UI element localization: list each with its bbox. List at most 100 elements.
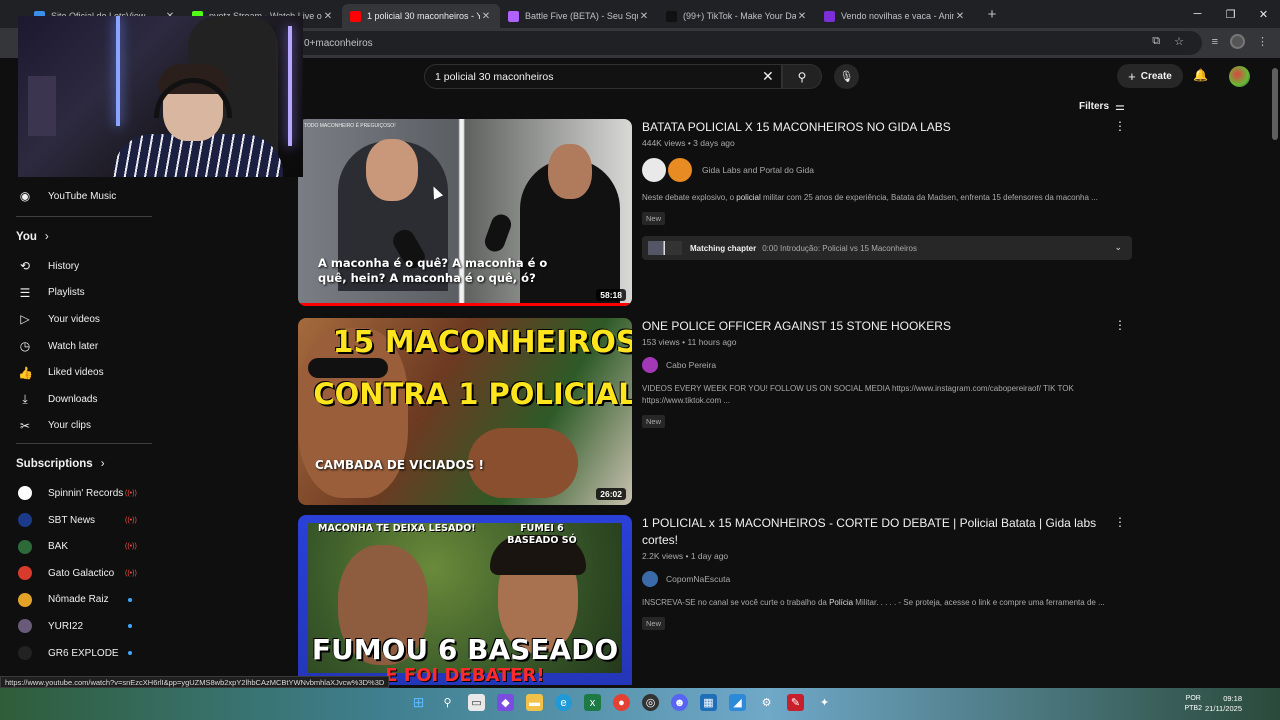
sidebar-you-header[interactable]: You › [0, 221, 152, 253]
close-tab-icon[interactable]: ✕ [480, 11, 492, 22]
new-tab-icon[interactable]: + [982, 6, 1002, 23]
os-taskbar: ⊞ ⚲ ▭ ◆ ▬ e x ● ◎ ☻ ▦ ◢ ⚙ ✎ ✦ POR PTB2 0… [0, 688, 1280, 720]
more-actions-icon[interactable]: ⋮ [1114, 318, 1126, 332]
subscription-item[interactable]: BAK ((•)) [0, 533, 152, 560]
subscription-item[interactable]: Spinnin' Records ((•)) [0, 480, 152, 507]
menu-dots-icon[interactable]: ⋮ [1257, 35, 1268, 48]
media-control-icon[interactable]: ≡ [1212, 36, 1218, 48]
sidebar-item-label: Liked videos [48, 367, 104, 379]
video-thumbnail[interactable]: TODO MACONHEIRO É PREGUIÇOSO! A maconha … [298, 119, 632, 306]
more-actions-icon[interactable]: ⋮ [1114, 119, 1126, 133]
video-title[interactable]: BATATA POLICIAL X 15 MACONHEIROS NO GIDA… [642, 119, 1132, 136]
voice-search-button[interactable]: 🎙 [834, 64, 859, 89]
sidebar-item-playlists[interactable]: ☰ Playlists [0, 280, 152, 307]
windows-start-icon[interactable]: ⊞ [410, 694, 427, 711]
minimize-icon[interactable]: ─ [1181, 8, 1214, 20]
create-button[interactable]: + Create [1117, 64, 1183, 88]
search-icon[interactable]: ⚲ [439, 694, 456, 711]
channel-row[interactable]: CopomNaEscuta [642, 571, 1132, 587]
divider [16, 443, 152, 445]
sidebar-item-your-clips[interactable]: ✂ Your clips [0, 413, 152, 440]
progress-bar [298, 303, 632, 306]
language-indicator[interactable]: POR PTB2 [1184, 694, 1202, 714]
app-icon[interactable]: ▦ [700, 694, 717, 711]
tab-favicon-icon [508, 10, 519, 22]
app-icon[interactable]: ◢ [729, 694, 746, 711]
close-tab-icon[interactable]: ✕ [954, 11, 966, 22]
app-icon[interactable]: ✎ [787, 694, 804, 711]
video-title[interactable]: ONE POLICE OFFICER AGAINST 15 STONE HOOK… [642, 318, 1132, 335]
clear-search-icon[interactable]: ✕ [762, 68, 774, 85]
sidebar-subscriptions-header[interactable]: Subscriptions › [0, 448, 152, 480]
close-tab-icon[interactable]: ✕ [322, 11, 334, 22]
subscription-item[interactable]: GR6 EXPLODE [0, 640, 152, 667]
more-actions-icon[interactable]: ⋮ [1114, 515, 1126, 529]
channel-row[interactable]: Gida Labs and Portal do Gida [642, 158, 1132, 182]
sidebar-item-downloads[interactable]: ⤓ Downloads [0, 386, 152, 413]
subscription-item[interactable]: SBT News ((•)) [0, 507, 152, 534]
search-button[interactable]: ⚲ [782, 64, 822, 89]
scrollbar-thumb[interactable] [1272, 68, 1278, 140]
notifications-bell-icon[interactable]: 🔔 [1193, 68, 1208, 82]
channel-avatar[interactable] [668, 158, 692, 182]
settings-gear-icon[interactable]: ⚙ [758, 694, 775, 711]
file-explorer-icon[interactable]: ▬ [526, 694, 543, 711]
browser-tab[interactable]: 1 policial 30 maconheiros - You ✕ [342, 4, 500, 28]
channel-name[interactable]: CopomNaEscuta [666, 574, 730, 584]
filters-button[interactable]: Filters ⚌ [1079, 100, 1125, 113]
channel-avatar[interactable] [642, 357, 658, 373]
webcam-overlay [18, 16, 303, 177]
discord-icon[interactable]: ☻ [671, 694, 688, 711]
channel-name[interactable]: Cabo Pereira [666, 360, 716, 370]
browser-tab[interactable]: Battle Five (BETA) - Seu Squad✕ [500, 4, 658, 28]
close-window-icon[interactable]: ✕ [1247, 8, 1280, 21]
subscription-item[interactable]: Gato Galactico ((•)) [0, 560, 152, 587]
sidebar-item-your-videos[interactable]: ▷ Your videos [0, 306, 152, 333]
sidebar-item-watch-later[interactable]: ◷ Watch later [0, 333, 152, 360]
restore-icon[interactable]: ❐ [1214, 8, 1247, 21]
profile-avatar[interactable] [1230, 34, 1245, 49]
matching-chapter[interactable]: Matching chapter 0:00 Introdução: Polici… [642, 236, 1132, 260]
channel-avatar [18, 513, 32, 528]
video-thumbnail[interactable]: 15 MACONHEIROS CONTRA 1 POLICIAL CAMBADA… [298, 318, 632, 505]
excel-icon[interactable]: x [584, 694, 601, 711]
search-input[interactable]: 1 policial 30 maconheiros [424, 64, 782, 89]
chevron-down-icon[interactable]: ⌄ [1114, 242, 1122, 253]
account-avatar[interactable] [1229, 66, 1250, 87]
close-tab-icon[interactable]: ✕ [796, 11, 808, 22]
cast-icon[interactable]: ⧉ [1152, 35, 1160, 48]
you-section: ⟲ History ☰ Playlists ▷ Your videos ◷ Watch lat… [0, 253, 152, 439]
tab-title: Vendo novilhas e vaca - Anima [841, 11, 954, 21]
close-tab-icon[interactable]: ✕ [638, 11, 650, 22]
sidebar-item-liked-videos[interactable]: 👍 Liked videos [0, 359, 152, 386]
divider [16, 216, 152, 217]
clock-time: 09:18 [1223, 694, 1242, 703]
download-icon: ⤓ [22, 391, 28, 406]
sidebar-item-youtube-music[interactable]: ◉ YouTube Music [0, 180, 152, 212]
subscription-item[interactable]: Nômade Raiz [0, 587, 152, 614]
channel-avatar[interactable] [642, 158, 666, 182]
widgets-icon[interactable]: ◆ [497, 694, 514, 711]
thumbnail-sunglasses [308, 358, 388, 378]
task-view-icon[interactable]: ▭ [468, 694, 485, 711]
channel-row[interactable]: Cabo Pereira [642, 357, 1132, 373]
channel-name[interactable]: Gida Labs and Portal do Gida [702, 165, 814, 175]
app-icon[interactable]: ✦ [816, 694, 833, 711]
sidebar-item-label: Playlists [48, 287, 85, 299]
thumbnail-watermark: TODO MACONHEIRO É PREGUIÇOSO! [304, 123, 396, 129]
subscription-item[interactable]: YURI22 [0, 613, 152, 640]
you-label: You [16, 231, 37, 243]
obs-icon[interactable]: ◎ [642, 694, 659, 711]
filters-label: Filters [1079, 101, 1110, 112]
system-clock[interactable]: 09:18 21/11/2025 [1205, 694, 1242, 714]
video-title[interactable]: 1 POLICIAL x 15 MACONHEIROS - CORTE DO D… [642, 515, 1132, 549]
page-scrollbar[interactable] [1271, 58, 1279, 688]
channel-avatar[interactable] [642, 571, 658, 587]
browser-tab[interactable]: (99+) TikTok - Make Your Day ✕ [658, 4, 816, 28]
browser-tab[interactable]: Vendo novilhas e vaca - Anima ✕ [816, 4, 974, 28]
chrome-icon[interactable]: ● [613, 694, 630, 711]
bookmark-star-icon[interactable]: ☆ [1174, 35, 1184, 48]
sidebar-item-history[interactable]: ⟲ History [0, 253, 152, 280]
video-thumbnail[interactable]: MACONHA TE DEIXA LESADO! FUMEI 6 BASEADO… [298, 515, 632, 685]
edge-icon[interactable]: e [555, 694, 572, 711]
